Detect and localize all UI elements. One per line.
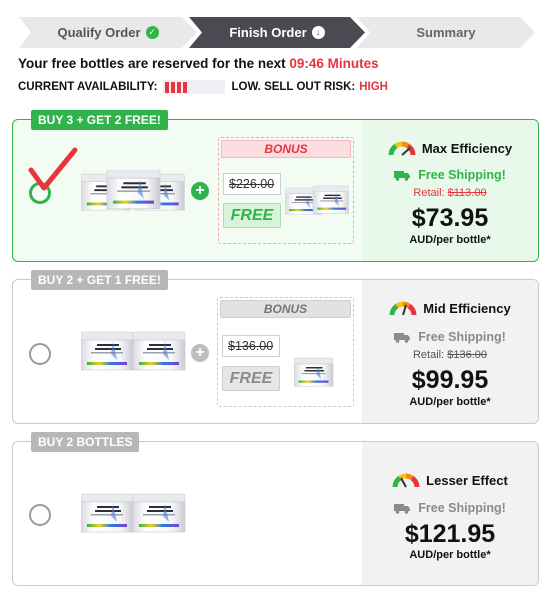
check-circle-icon: ✓: [145, 26, 159, 39]
step-summary[interactable]: Summary: [357, 17, 535, 48]
offer-radio[interactable]: [29, 504, 51, 526]
bonus-bottles-image: [285, 185, 349, 215]
efficiency-row: Max Efficiency: [362, 139, 538, 157]
price-unit: AUD/per bottle*: [409, 549, 491, 561]
gauge-icon: [389, 301, 417, 316]
reserve-notice: Your free bottles are reserved for the n…: [18, 56, 379, 71]
bonus-box: BONUS $226.00 FREE: [218, 137, 354, 244]
step-finish-order[interactable]: Finish Order ↓: [189, 17, 365, 48]
plus-icon: +: [191, 182, 209, 200]
offer-tag: BUY 2 + GET 1 FREE!: [31, 270, 168, 290]
offer-card-buy2[interactable]: BUY 2 BOTTLES Lesser Effect Free Shippin…: [12, 432, 539, 586]
offer-radio[interactable]: [29, 343, 51, 365]
availability-row: CURRENT AVAILABILITY: LOW. SELL OUT RISK…: [18, 80, 388, 94]
checkout-stepper: Qualify Order ✓ Finish Order ↓ Summary: [19, 17, 535, 48]
shipping-label: Free Shipping!: [418, 168, 506, 182]
bonus-old-price: $226.00: [223, 173, 281, 195]
gauge-icon: [392, 473, 420, 488]
price-panel: Mid Efficiency Free Shipping! Retail: $1…: [362, 280, 538, 423]
checkmark-icon: [28, 147, 78, 191]
bonus-old-price: $136.00: [222, 335, 280, 357]
shipping-label: Free Shipping!: [418, 330, 506, 344]
step-label: Finish Order: [229, 25, 307, 40]
offer-price: $99.95: [411, 366, 489, 394]
countdown-timer: 09:46 Minutes: [289, 56, 379, 71]
truck-icon: [394, 332, 411, 343]
plus-icon: +: [191, 344, 209, 362]
arrow-down-circle-icon: ↓: [311, 26, 325, 39]
shipping-label: Free Shipping!: [418, 501, 506, 515]
truck-icon: [394, 170, 411, 181]
retail-price: $113.00: [447, 187, 487, 199]
retail-label: Retail:: [413, 187, 445, 199]
gauge-icon: [388, 141, 416, 156]
offer-tag: BUY 3 + GET 2 FREE!: [31, 110, 168, 130]
step-qualify-order[interactable]: Qualify Order ✓: [19, 17, 197, 48]
bonus-title: BONUS: [220, 300, 351, 318]
reserve-text: Your free bottles are reserved for the n…: [18, 56, 286, 71]
availability-label: CURRENT AVAILABILITY:: [18, 81, 158, 93]
availability-meter: [163, 80, 226, 94]
bonus-free-badge: FREE: [222, 366, 280, 391]
efficiency-label: Mid Efficiency: [423, 300, 511, 316]
bonus-box: BONUS $136.00 FREE: [217, 297, 354, 407]
product-bottles-image: [81, 331, 186, 371]
retail-price: $136.00: [447, 349, 487, 361]
efficiency-row: Lesser Effect: [362, 471, 538, 489]
bonus-title: BONUS: [221, 140, 351, 158]
bonus-free-badge: FREE: [223, 203, 281, 228]
retail-row: Retail: $113.00: [362, 187, 538, 199]
risk-value: HIGH: [359, 81, 388, 93]
step-label: Summary: [416, 25, 476, 40]
efficiency-label: Lesser Effect: [426, 472, 508, 488]
bonus-bottle-image: [294, 357, 334, 387]
price-unit: AUD/per bottle*: [409, 396, 491, 408]
offer-card-buy2-get1[interactable]: BUY 2 + GET 1 FREE! + BONUS $136.00 FREE…: [12, 270, 539, 424]
retail-row: Retail: $136.00: [362, 349, 538, 361]
offer-price: $73.95: [411, 204, 489, 232]
shipping-row: Free Shipping!: [362, 168, 538, 182]
efficiency-label: Max Efficiency: [421, 140, 513, 156]
price-panel: Lesser Effect Free Shipping! $121.95 AUD…: [362, 442, 538, 585]
offer-price: $121.95: [404, 520, 496, 548]
offer-card-buy3-get2[interactable]: BUY 3 + GET 2 FREE! + BONUS $226.00 FREE…: [12, 110, 539, 262]
truck-icon: [394, 503, 411, 514]
shipping-row: Free Shipping!: [362, 501, 538, 515]
offer-tag: BUY 2 BOTTLES: [31, 432, 140, 452]
efficiency-row: Mid Efficiency: [362, 299, 538, 317]
retail-label: Retail:: [412, 349, 445, 361]
product-bottles-image: [81, 493, 186, 533]
product-bottles-image: [81, 170, 185, 211]
shipping-row: Free Shipping!: [362, 330, 538, 344]
price-unit: AUD/per bottle*: [409, 234, 491, 246]
step-label: Qualify Order: [57, 25, 141, 40]
price-panel: Max Efficiency Free Shipping! Retail: $1…: [362, 120, 538, 261]
risk-label: LOW. SELL OUT RISK:: [231, 81, 356, 93]
